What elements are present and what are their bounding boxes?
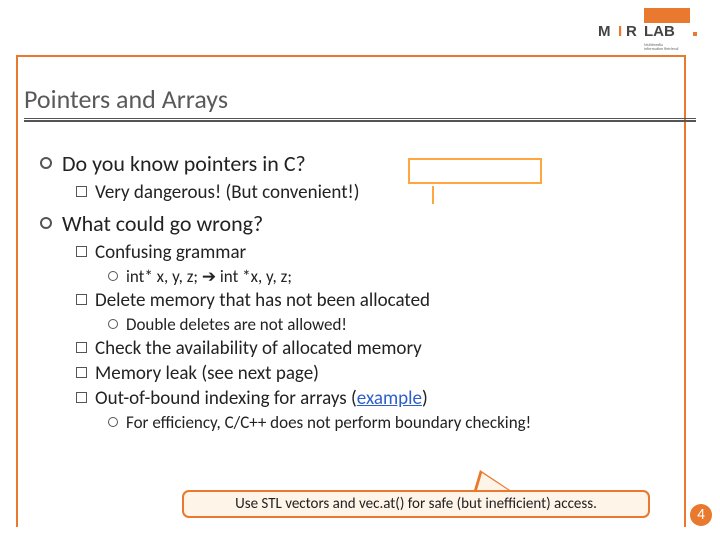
slide-title: Pointers and Arrays [24,83,228,115]
slide-body: Do you know pointers in C? Very dangerou… [40,150,680,439]
bullet-text: Out-of-bound indexing for arrays (exampl… [95,387,428,410]
arrow-icon: ➔ [202,266,216,287]
bullet-text: Confusing grammar [95,241,246,264]
bullet-square-icon [76,367,87,378]
bullet-text: Very dangerous! (But convenient!) [95,181,360,204]
callout-pointer [474,470,514,490]
bullet-mini-disc-icon [108,319,118,329]
bullet-text: For efficiency, C/C++ does not perform b… [126,412,531,433]
svg-text:M: M [598,23,611,40]
bullet-square-icon [76,342,87,353]
bullet-text: int* x, y, z; ➔ int *x, y, z; [126,266,292,287]
svg-text:Information Retrieval: Information Retrieval [644,47,679,50]
example-link[interactable]: example [357,387,422,410]
title-underline [24,118,696,122]
bullet-mini-disc-icon [108,417,118,427]
frame-border-right [684,55,686,527]
callout-text: Use STL vectors and vec.at() for safe (b… [235,495,597,513]
bullet-disc-icon [40,217,52,229]
bullet-text: Do you know pointers in C? [62,150,306,177]
svg-text:I: I [618,23,622,40]
callout-box: Use STL vectors and vec.at() for safe (b… [182,490,650,518]
bullet-text: Check the availability of allocated memo… [95,337,422,360]
frame-border-top [16,55,684,57]
bullet-disc-icon [40,157,52,169]
frame-border-left [16,55,18,527]
bullet-square-icon [76,392,87,403]
bullet-text: Double deletes are not allowed! [126,314,347,335]
bullet-square-icon [76,294,87,305]
bullet-square-icon [76,186,87,197]
bullet-mini-disc-icon [108,271,118,281]
bullet-square-icon [76,246,87,257]
bullet-text: Delete memory that has not been allocate… [95,289,430,312]
svg-text:LAB: LAB [644,23,675,40]
page-number: 4 [690,504,712,526]
mir-lab-logo: M I R LAB Multimedia Information Retriev… [598,6,698,55]
bullet-text: Memory leak (see next page) [95,362,319,385]
bullet-text: What could go wrong? [62,210,263,237]
svg-text:R: R [626,23,637,40]
